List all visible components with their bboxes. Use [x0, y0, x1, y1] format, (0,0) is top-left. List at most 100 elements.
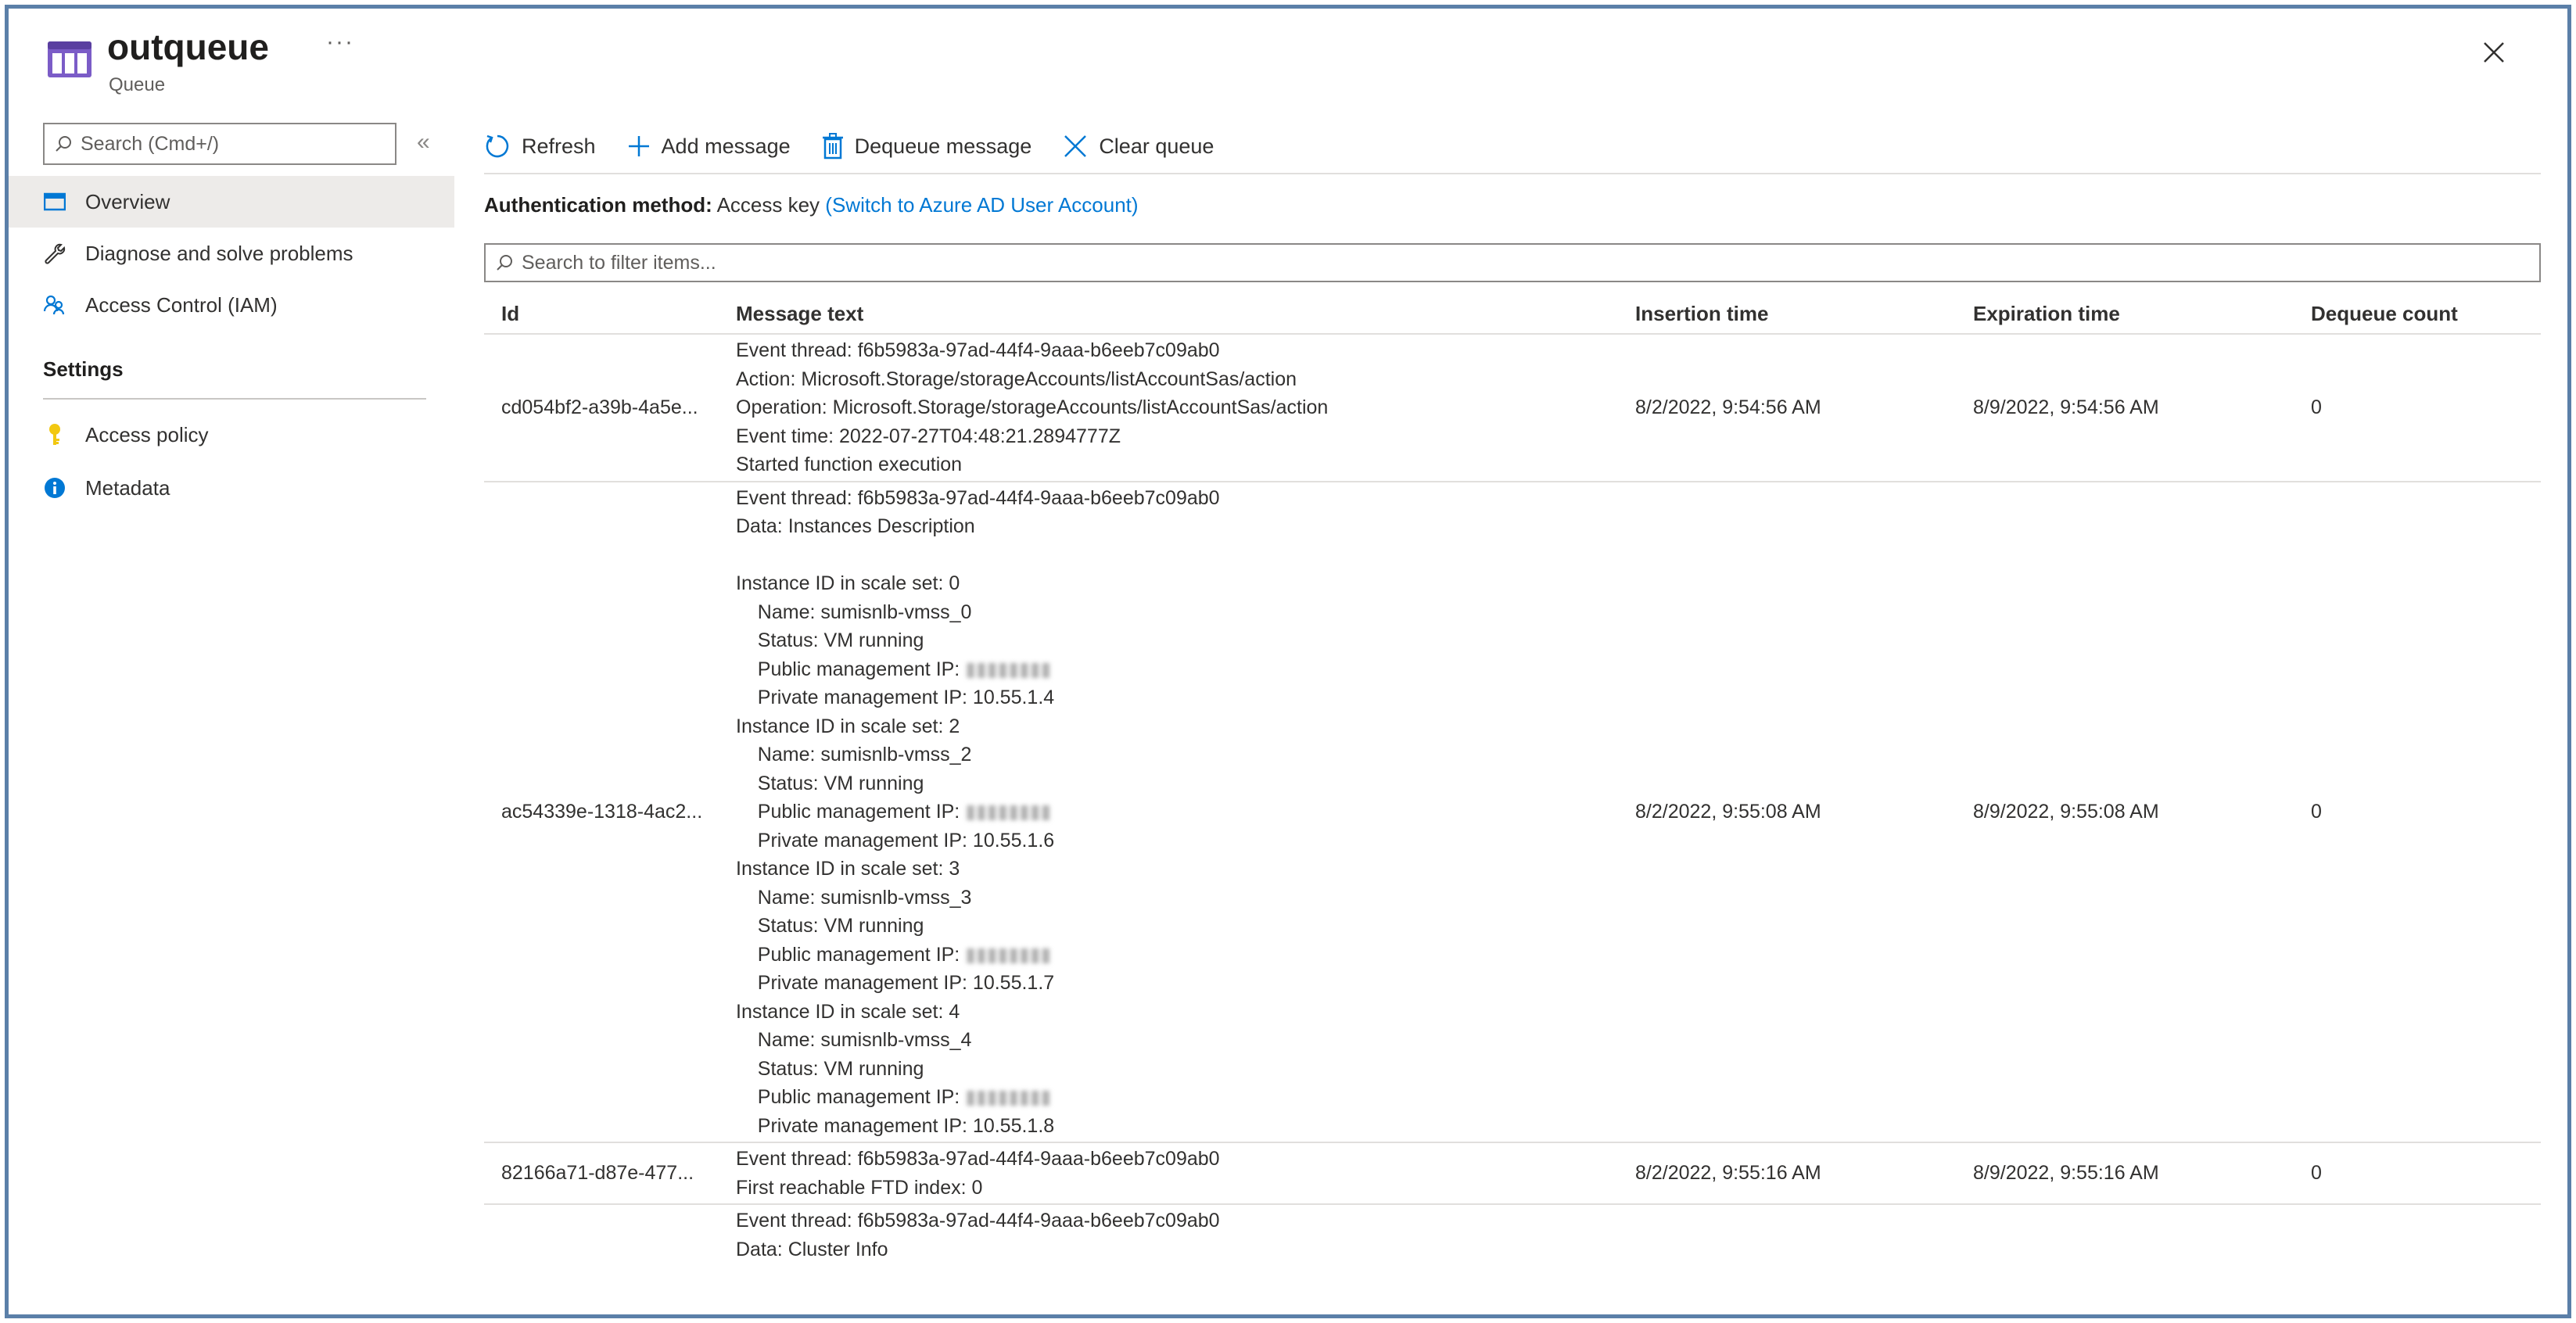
search-icon [497, 255, 512, 271]
message-line-text: Data: Cluster Info [736, 1238, 888, 1260]
table-row[interactable]: Event thread: f6b5983a-97ad-44f4-9aaa-b6… [484, 1204, 2541, 1265]
info-icon [43, 476, 66, 500]
message-line: Public management IP: ▮▮▮▮▮▮▮▮ [736, 798, 1618, 826]
plus-icon [628, 136, 649, 156]
dequeue-message-label: Dequeue message [854, 134, 1032, 158]
auth-method: Authentication method: Access key (Switc… [484, 193, 1139, 217]
add-message-button[interactable]: Add message [627, 134, 791, 159]
close-icon[interactable] [2480, 38, 2508, 66]
refresh-button[interactable]: Refresh [484, 133, 596, 160]
dequeue-count-cell: 0 [2294, 481, 2541, 1143]
sidebar-item-overview[interactable]: Overview [9, 176, 454, 228]
wrench-icon [43, 242, 66, 265]
more-options-button[interactable]: ··· [326, 29, 354, 56]
column-header-expiration[interactable]: Expiration time [1956, 295, 2294, 335]
sidebar-search-placeholder: Search (Cmd+/) [81, 132, 220, 155]
message-line: Instance ID in scale set: 2 [736, 712, 1618, 741]
sidebar-item-metadata[interactable]: Metadata [9, 462, 454, 514]
message-line-text: Event thread: f6b5983a-97ad-44f4-9aaa-b6… [736, 1148, 1220, 1170]
message-id-cell [484, 1204, 719, 1265]
redacted-ip: ▮▮▮▮▮▮▮▮ [965, 943, 1052, 966]
filter-input[interactable]: Search to filter items... [484, 243, 2541, 282]
sidebar-item-label: Metadata [85, 475, 170, 500]
sidebar-item-diagnose[interactable]: Diagnose and solve problems [9, 228, 454, 279]
expiration-time-cell: 8/9/2022, 9:55:08 AM [1956, 481, 2294, 1143]
page-subtitle: Queue [109, 74, 166, 95]
message-line-text: Private management IP: 10.55.1.4 [736, 687, 1055, 708]
expiration-time-cell [1956, 1204, 2294, 1265]
table-row[interactable]: cd054bf2-a39b-4a5e... Event thread: f6b59… [484, 334, 2541, 482]
message-id-cell: 82166a71-d87e-477... [484, 1142, 719, 1205]
message-line-text: Instance ID in scale set: 4 [736, 1000, 960, 1023]
message-text-cell: Event thread: f6b5983a-97ad-44f4-9aaa-b6… [719, 481, 1618, 1143]
auth-value: Access key [716, 193, 820, 217]
dequeue-count-cell [2294, 1204, 2541, 1265]
collapse-sidebar-button[interactable]: « [417, 129, 430, 156]
message-line-text: Instance ID in scale set: 2 [736, 715, 960, 737]
sidebar-item-access-control[interactable]: Access Control (IAM) [9, 279, 454, 331]
message-line: Started function execution [736, 450, 1618, 479]
column-header-dequeue[interactable]: Dequeue count [2294, 295, 2541, 335]
message-line-text: Status: VM running [736, 915, 924, 937]
message-line-text: Public management IP: [736, 658, 966, 680]
redacted-ip: ▮▮▮▮▮▮▮▮ [965, 658, 1052, 680]
table-header-row: Id Message text Insertion time Expiratio… [484, 295, 2541, 335]
message-line-text: Private management IP: 10.55.1.6 [736, 829, 1055, 852]
message-line-text: Data: Instances Description [736, 515, 975, 537]
sidebar-item-label: Diagnose and solve problems [85, 241, 353, 265]
section-divider [43, 398, 426, 400]
message-line-text: Instance ID in scale set: 0 [736, 572, 960, 594]
message-line: Private management IP: 10.55.1.4 [736, 683, 1618, 712]
message-line-text: Event thread: f6b5983a-97ad-44f4-9aaa-b6… [736, 486, 1220, 509]
message-line-text: Instance ID in scale set: 3 [736, 858, 960, 880]
message-line: Public management IP: ▮▮▮▮▮▮▮▮ [736, 1083, 1618, 1112]
message-line-text: Event thread: f6b5983a-97ad-44f4-9aaa-b6… [736, 339, 1220, 361]
message-line-text: Public management IP: [736, 801, 966, 823]
table-row[interactable]: 82166a71-d87e-477... Event thread: f6b598… [484, 1142, 2541, 1205]
column-header-id[interactable]: Id [484, 295, 719, 335]
table-row[interactable]: ac54339e-1318-4ac2... Event thread: f6b59… [484, 481, 2541, 1143]
message-line-text: Name: sumisnlb-vmss_4 [736, 1029, 972, 1051]
message-line-text: Status: VM running [736, 1057, 924, 1080]
message-line: Event time: 2022-07-27T04:48:21.2894777Z [736, 422, 1618, 451]
main-content: Refresh Add message Dequeue message Clea… [484, 109, 2541, 1314]
message-id-cell: ac54339e-1318-4ac2... [484, 481, 719, 1143]
sidebar-search-input[interactable]: Search (Cmd+/) [43, 123, 396, 165]
expiration-time-cell: 8/9/2022, 9:55:16 AM [1956, 1142, 2294, 1205]
switch-auth-link[interactable]: (Switch to Azure AD User Account) [825, 193, 1138, 217]
message-line: Instance ID in scale set: 4 [736, 998, 1618, 1027]
message-text-cell: Event thread: f6b5983a-97ad-44f4-9aaa-b6… [719, 1204, 1618, 1265]
clear-queue-button[interactable]: Clear queue [1063, 134, 1214, 159]
message-line: Name: sumisnlb-vmss_0 [736, 598, 1618, 627]
message-line: Instance ID in scale set: 3 [736, 855, 1618, 884]
sidebar: Search (Cmd+/) « Overview Diagnose and s… [9, 109, 454, 1282]
message-line-text: Action: Microsoft.Storage/storageAccount… [736, 368, 1297, 390]
insertion-time-cell: 8/2/2022, 9:55:16 AM [1618, 1142, 1956, 1205]
message-line: Public management IP: ▮▮▮▮▮▮▮▮ [736, 941, 1618, 970]
message-line: First reachable FTD index: 0 [736, 1174, 1618, 1203]
clear-queue-label: Clear queue [1099, 134, 1214, 158]
add-message-label: Add message [661, 134, 791, 158]
command-bar-divider [484, 173, 2541, 174]
insertion-time-cell [1618, 1204, 1956, 1265]
command-bar: Refresh Add message Dequeue message Clea… [484, 123, 2541, 170]
messages-table: Id Message text Insertion time Expiratio… [484, 295, 2541, 1265]
column-header-insertion[interactable]: Insertion time [1618, 295, 1956, 335]
message-line-text: Event thread: f6b5983a-97ad-44f4-9aaa-b6… [736, 1210, 1220, 1232]
dequeue-message-button[interactable]: Dequeue message [822, 133, 1032, 160]
redacted-ip: ▮▮▮▮▮▮▮▮ [965, 1086, 1052, 1108]
message-line: Instance ID in scale set: 0 [736, 569, 1618, 598]
message-line: Data: Cluster Info [736, 1235, 1618, 1264]
column-header-message[interactable]: Message text [719, 295, 1618, 335]
message-id-cell: cd054bf2-a39b-4a5e... [484, 334, 719, 482]
message-line: Status: VM running [736, 912, 1618, 941]
people-icon [43, 293, 66, 317]
sidebar-item-access-policy[interactable]: Access policy [9, 409, 454, 461]
message-line-text: First reachable FTD index: 0 [736, 1176, 983, 1199]
message-line: Data: Instances Description [736, 512, 1618, 541]
expiration-time-cell: 8/9/2022, 9:54:56 AM [1956, 334, 2294, 482]
message-line: Event thread: f6b5983a-97ad-44f4-9aaa-b6… [736, 1206, 1618, 1235]
message-line-text: Private management IP: 10.55.1.7 [736, 972, 1055, 994]
message-line: Public management IP: ▮▮▮▮▮▮▮▮ [736, 655, 1618, 684]
message-text-cell: Event thread: f6b5983a-97ad-44f4-9aaa-b6… [719, 1142, 1618, 1205]
